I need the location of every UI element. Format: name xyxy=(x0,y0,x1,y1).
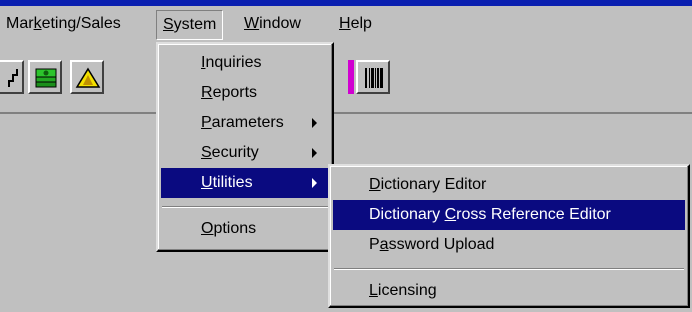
menu-item-label: Dictionary Cross Reference Editor xyxy=(369,206,611,223)
menu-help[interactable]: Help xyxy=(333,10,378,38)
menu-label-part: ystem xyxy=(173,16,217,33)
toolbar-color-edge xyxy=(348,60,354,94)
menu-item-label: Dictionary Editor xyxy=(369,176,487,193)
menu-item-label: Utilities xyxy=(201,174,253,191)
money-icon xyxy=(35,68,57,88)
menu-mnemonic: W xyxy=(244,15,260,32)
menu-separator xyxy=(162,206,328,208)
menu-item-label: Reports xyxy=(201,84,258,101)
menu-item-reports[interactable]: Reports xyxy=(161,78,329,108)
menu-label-part: eting/Sales xyxy=(41,15,121,32)
menu-item-security[interactable]: Security xyxy=(161,138,329,168)
menu-window[interactable]: Window xyxy=(238,10,307,38)
barcode-icon xyxy=(365,68,383,88)
utilities-submenu: Dictionary Editor Dictionary Cross Refer… xyxy=(328,164,690,308)
system-menu: Inquiries Reports Parameters Security Ut… xyxy=(156,42,334,252)
warning-icon xyxy=(75,67,101,88)
stairs-icon xyxy=(8,69,18,87)
menu-item-label: Parameters xyxy=(201,114,284,131)
menu-item-label: Inquiries xyxy=(201,54,262,71)
toolbar xyxy=(0,42,692,114)
menu-mnemonic: S xyxy=(163,16,174,33)
menu-item-label: Security xyxy=(201,144,259,161)
submenu-arrow-icon xyxy=(312,118,317,128)
toolbar-button-barcode[interactable] xyxy=(356,60,390,94)
menu-item-label: Password Upload xyxy=(369,236,495,253)
menu-label-part: elp xyxy=(350,15,372,32)
menu-item-licensing[interactable]: Licensing xyxy=(333,276,685,306)
menu-label-part: indow xyxy=(259,15,301,32)
menu-bar: Marketing/Sales System Window Help xyxy=(0,6,692,42)
menu-item-password-upload[interactable]: Password Upload xyxy=(333,230,685,260)
menu-item-dictionary-editor[interactable]: Dictionary Editor xyxy=(333,170,685,200)
menu-separator xyxy=(334,268,684,270)
menu-mnemonic: H xyxy=(339,15,351,32)
menu-item-inquiries[interactable]: Inquiries xyxy=(161,48,329,78)
menu-item-parameters[interactable]: Parameters xyxy=(161,108,329,138)
toolbar-button-stairs[interactable] xyxy=(0,60,24,94)
menu-item-label: Options xyxy=(201,220,257,237)
menu-marketing-sales[interactable]: Marketing/Sales xyxy=(0,10,127,38)
toolbar-button-warning[interactable] xyxy=(70,60,104,94)
menu-item-options[interactable]: Options xyxy=(161,214,329,244)
menu-item-utilities[interactable]: Utilities xyxy=(161,168,329,198)
menu-system[interactable]: System xyxy=(156,10,224,40)
toolbar-button-money[interactable] xyxy=(28,60,62,94)
menu-label-part: Mar xyxy=(6,15,34,32)
menu-item-dictionary-cross-reference-editor[interactable]: Dictionary Cross Reference Editor xyxy=(333,200,685,230)
submenu-arrow-icon xyxy=(312,178,317,188)
submenu-arrow-icon xyxy=(312,148,317,158)
menu-mnemonic: k xyxy=(33,15,42,32)
menu-item-label: Licensing xyxy=(369,282,437,299)
